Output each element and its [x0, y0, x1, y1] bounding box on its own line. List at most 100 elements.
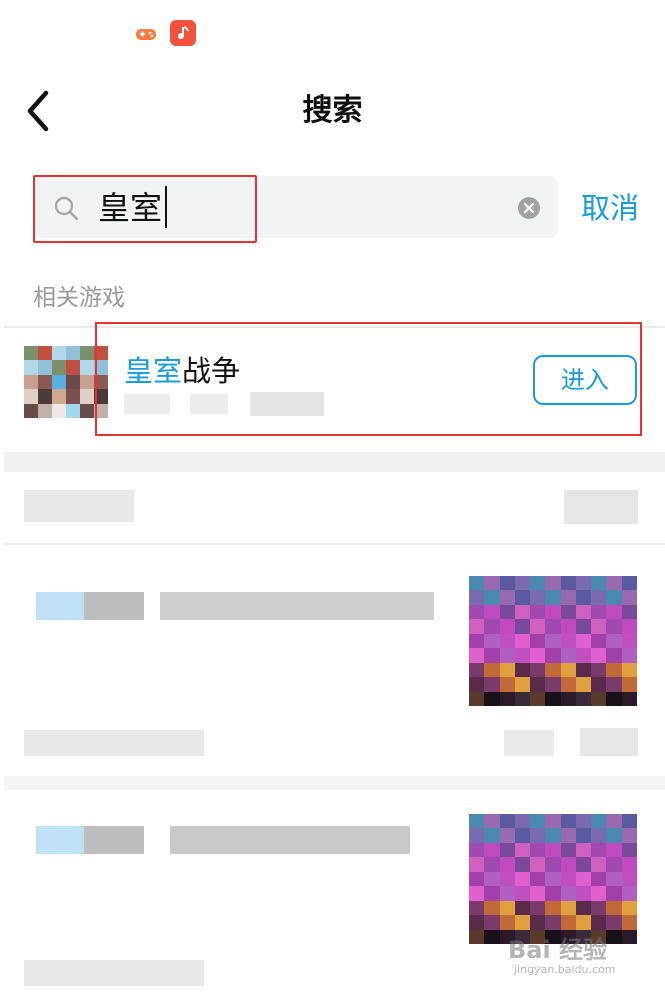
- mosaic-tile: [560, 576, 576, 591]
- mosaic-tile: [530, 662, 546, 678]
- mosaic-tile: [575, 871, 592, 887]
- game-app-status-icon: [134, 22, 158, 46]
- blurred-list-row[interactable]: [24, 488, 639, 528]
- mosaic-tile: [591, 633, 607, 649]
- mosaic-tile: [575, 604, 592, 620]
- mosaic-tile: [560, 604, 576, 620]
- mosaic-tile: [560, 842, 576, 858]
- cancel-button[interactable]: 取消: [570, 180, 650, 236]
- mosaic-tile: [514, 842, 531, 858]
- mosaic-tile: [484, 691, 500, 706]
- mosaic-tile: [469, 633, 485, 649]
- mosaic-tile: [469, 648, 485, 663]
- article-thumbnail-2[interactable]: [469, 814, 637, 944]
- mosaic-tile: [484, 576, 500, 591]
- mosaic-tile: [469, 842, 485, 858]
- mosaic-tile: [469, 576, 485, 591]
- mosaic-tile: [514, 633, 531, 649]
- mosaic-tile: [530, 677, 546, 692]
- mosaic-tile: [514, 677, 531, 692]
- mosaic-tile: [606, 915, 622, 930]
- mosaic-tile: [545, 871, 561, 887]
- mosaic-tile: [530, 857, 546, 872]
- mosaic-tile: [591, 619, 607, 634]
- mosaic-tile: [591, 648, 607, 663]
- article-thumbnail-1[interactable]: [469, 576, 637, 706]
- mosaic-tile: [560, 828, 576, 843]
- mosaic-tile: [530, 691, 546, 706]
- mosaic-tile: [575, 633, 592, 649]
- watermark-brand: Bai 经验: [508, 936, 608, 964]
- mosaic-tile: [484, 929, 500, 944]
- row-divider: [4, 543, 665, 545]
- mosaic-tile: [66, 374, 80, 390]
- mosaic-tile: [545, 828, 561, 843]
- mosaic-tile: [530, 619, 546, 634]
- mosaic-tile: [606, 886, 622, 901]
- mosaic-tile: [499, 677, 515, 692]
- mosaic-tile: [66, 389, 80, 404]
- mosaic-tile: [606, 871, 622, 887]
- mosaic-tile: [545, 604, 561, 620]
- mosaic-tile: [514, 915, 531, 930]
- mosaic-tile: [484, 633, 500, 649]
- mosaic-tile: [514, 871, 531, 887]
- mosaic-tile: [484, 677, 500, 692]
- mosaic-tile: [560, 648, 576, 663]
- mosaic-tile: [575, 857, 592, 872]
- article-title-blurred[interactable]: [24, 588, 434, 620]
- mosaic-tile: [621, 857, 637, 872]
- mosaic-tile: [484, 871, 500, 887]
- mosaic-tile: [621, 662, 637, 678]
- mosaic-tile: [484, 590, 500, 605]
- mosaic-tile: [38, 346, 52, 361]
- mosaic-tile: [469, 871, 485, 887]
- mosaic-tile: [499, 857, 515, 872]
- mosaic-tile: [52, 389, 66, 404]
- mosaic-tile: [621, 619, 637, 634]
- mosaic-tile: [530, 828, 546, 843]
- mosaic-tile: [560, 915, 576, 930]
- mosaic-tile: [514, 590, 531, 605]
- mosaic-tile: [499, 604, 515, 620]
- mosaic-tile: [560, 857, 576, 872]
- article-title-blurred[interactable]: [24, 822, 414, 854]
- mosaic-tile: [545, 662, 561, 678]
- mosaic-tile: [530, 576, 546, 591]
- mosaic-tile: [591, 691, 607, 706]
- mosaic-tile: [530, 604, 546, 620]
- mosaic-tile: [621, 871, 637, 887]
- mosaic-tile: [484, 648, 500, 663]
- mosaic-tile: [499, 662, 515, 678]
- clear-input-icon[interactable]: [516, 195, 542, 221]
- mosaic-tile: [606, 590, 622, 605]
- mosaic-tile: [621, 677, 637, 692]
- mosaic-tile: [514, 648, 531, 663]
- mosaic-tile: [591, 662, 607, 678]
- mosaic-tile: [499, 590, 515, 605]
- mosaic-tile: [606, 604, 622, 620]
- mosaic-tile: [591, 590, 607, 605]
- mosaic-tile: [560, 633, 576, 649]
- mosaic-tile: [484, 662, 500, 678]
- mosaic-tile: [469, 828, 485, 843]
- mosaic-tile: [591, 828, 607, 843]
- mosaic-tile: [606, 900, 622, 916]
- mosaic-tile: [469, 886, 485, 901]
- mosaic-tile: [514, 814, 531, 829]
- mosaic-tile: [560, 871, 576, 887]
- mosaic-tile: [545, 576, 561, 591]
- mosaic-tile: [469, 619, 485, 634]
- mosaic-tile: [514, 576, 531, 591]
- mosaic-tile: [560, 590, 576, 605]
- mosaic-tile: [38, 360, 52, 375]
- mosaic-tile: [621, 604, 637, 620]
- mosaic-tile: [499, 691, 515, 706]
- mosaic-tile: [606, 828, 622, 843]
- baidu-jingyan-watermark: Bai 经验 jingyan.baidu.com: [508, 930, 658, 990]
- separator-band: [4, 776, 665, 790]
- mosaic-tile: [530, 900, 546, 916]
- mosaic-tile: [591, 857, 607, 872]
- mosaic-tile: [621, 842, 637, 858]
- watermark-url: jingyan.baidu.com: [514, 963, 616, 976]
